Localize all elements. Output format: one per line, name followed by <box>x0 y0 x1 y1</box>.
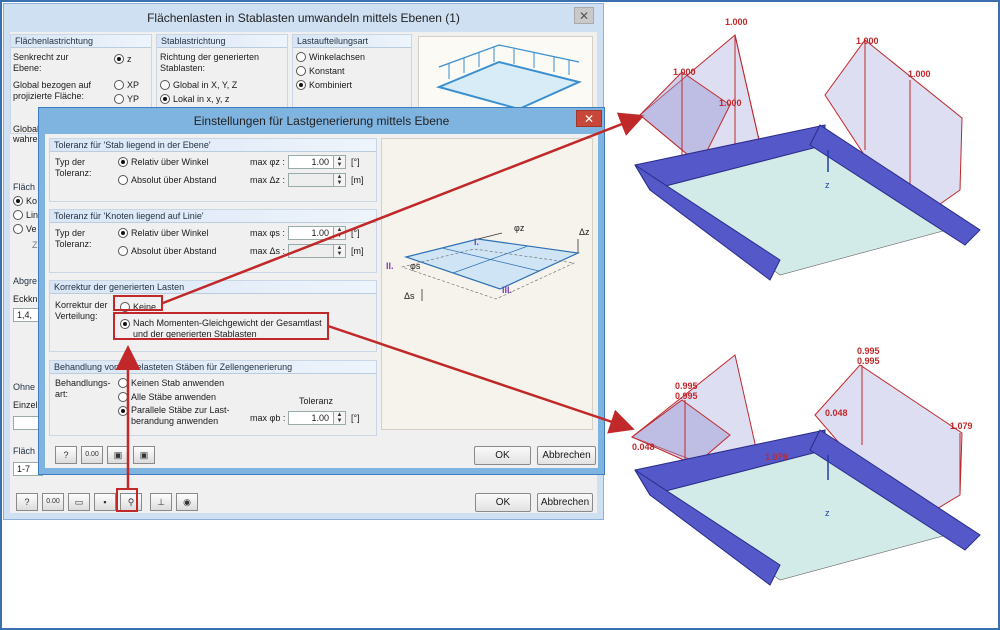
result-diagrams: 1.000 1.000 1.000 1.000 1.000 z 0.995 0.… <box>610 0 998 628</box>
arrow-to-bottom-diagram <box>327 324 635 434</box>
top-label-4: 1.000 <box>908 69 931 79</box>
top-label-3: 1.000 <box>673 67 696 77</box>
bottom-label-8: 1.079 <box>765 452 788 462</box>
bottom-label-7: 1.079 <box>950 421 973 431</box>
arrow-to-top-diagram <box>162 112 645 305</box>
bottom-axis-label: z <box>825 508 830 518</box>
top-label-5: 1.000 <box>719 98 742 108</box>
top-axis-label: z <box>825 180 830 190</box>
bottom-label-5: 0.048 <box>825 408 848 418</box>
top-label-2: 1.000 <box>856 36 879 46</box>
bottom-label-6: 0.048 <box>632 442 655 452</box>
top-label-1: 1.000 <box>725 17 748 27</box>
bottom-label-2: 0.995 <box>857 356 880 366</box>
bottom-diagram <box>631 354 981 586</box>
bottom-label-4: 0.995 <box>675 391 698 401</box>
